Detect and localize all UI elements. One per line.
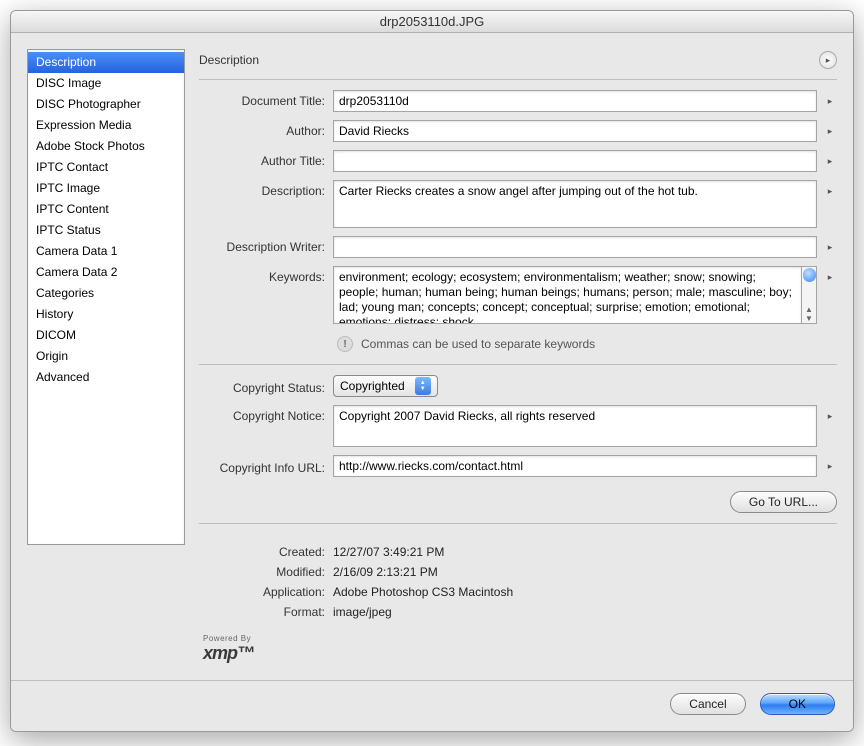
main-panel: Description ▸ Document Title: ▸ Author: … xyxy=(199,49,837,664)
label-keywords: Keywords: xyxy=(199,266,325,284)
panel-flyout-button[interactable]: ▸ xyxy=(819,51,837,69)
xmp-logo: xmp™ xyxy=(203,643,837,664)
sidebar-item-camera-data-1[interactable]: Camera Data 1 xyxy=(28,241,184,262)
author-menu-icon[interactable]: ▸ xyxy=(823,124,837,138)
copyright-notice-menu-icon[interactable]: ▸ xyxy=(823,409,837,423)
cancel-button[interactable]: Cancel xyxy=(670,693,745,715)
label-document-title: Document Title: xyxy=(199,90,325,108)
window-titlebar: drp2053110d.JPG xyxy=(11,11,853,33)
sidebar-item-iptc-content[interactable]: IPTC Content xyxy=(28,199,184,220)
separator xyxy=(199,79,837,80)
scroll-up-icon[interactable]: ▲ xyxy=(805,305,813,314)
file-info-window: drp2053110d.JPG Description DISC Image D… xyxy=(10,10,854,732)
description-textarea[interactable] xyxy=(333,180,817,228)
metadata-block: Created: 12/27/07 3:49:21 PM Modified: 2… xyxy=(199,542,837,622)
sidebar-item-advanced[interactable]: Advanced xyxy=(28,367,184,388)
separator xyxy=(199,523,837,524)
sidebar-item-disc-image[interactable]: DISC Image xyxy=(28,73,184,94)
label-copyright-url: Copyright Info URL: xyxy=(199,457,325,475)
sidebar-item-description[interactable]: Description xyxy=(28,52,184,73)
label-copyright-status: Copyright Status: xyxy=(199,377,325,395)
author-input[interactable] xyxy=(333,120,817,142)
sidebar-item-disc-photographer[interactable]: DISC Photographer xyxy=(28,94,184,115)
sidebar-item-categories[interactable]: Categories xyxy=(28,283,184,304)
info-icon: ! xyxy=(337,336,353,352)
keywords-hint: Commas can be used to separate keywords xyxy=(361,337,595,351)
separator xyxy=(199,364,837,365)
label-description-writer: Description Writer: xyxy=(199,236,325,254)
label-application: Application: xyxy=(199,582,325,602)
copyright-notice-textarea[interactable] xyxy=(333,405,817,447)
label-author: Author: xyxy=(199,120,325,138)
keywords-textarea[interactable] xyxy=(333,266,802,324)
panel-title: Description xyxy=(199,53,259,67)
sidebar-item-iptc-image[interactable]: IPTC Image xyxy=(28,178,184,199)
document-title-menu-icon[interactable]: ▸ xyxy=(823,94,837,108)
copyright-status-value: Copyrighted xyxy=(340,379,405,393)
label-modified: Modified: xyxy=(199,562,325,582)
category-sidebar[interactable]: Description DISC Image DISC Photographer… xyxy=(27,49,185,545)
value-format: image/jpeg xyxy=(333,602,392,622)
sidebar-item-adobe-stock[interactable]: Adobe Stock Photos xyxy=(28,136,184,157)
author-title-menu-icon[interactable]: ▸ xyxy=(823,154,837,168)
ok-button[interactable]: OK xyxy=(760,693,835,715)
go-to-url-button[interactable]: Go To URL... xyxy=(730,491,837,513)
label-created: Created: xyxy=(199,542,325,562)
author-title-input[interactable] xyxy=(333,150,817,172)
copyright-url-menu-icon[interactable]: ▸ xyxy=(823,459,837,473)
sidebar-item-camera-data-2[interactable]: Camera Data 2 xyxy=(28,262,184,283)
sidebar-item-dicom[interactable]: DICOM xyxy=(28,325,184,346)
description-menu-icon[interactable]: ▸ xyxy=(823,184,837,198)
xmp-badge: Powered By xmp™ xyxy=(203,634,837,664)
scrollbar-thumb[interactable] xyxy=(803,268,816,282)
description-writer-menu-icon[interactable]: ▸ xyxy=(823,240,837,254)
dialog-footer: Cancel OK xyxy=(11,680,853,731)
sidebar-item-origin[interactable]: Origin xyxy=(28,346,184,367)
copyright-status-select[interactable]: Copyrighted ▲▼ xyxy=(333,375,438,397)
document-title-input[interactable] xyxy=(333,90,817,112)
window-title: drp2053110d.JPG xyxy=(380,14,485,29)
sidebar-item-iptc-contact[interactable]: IPTC Contact xyxy=(28,157,184,178)
sidebar-item-history[interactable]: History xyxy=(28,304,184,325)
sidebar-item-iptc-status[interactable]: IPTC Status xyxy=(28,220,184,241)
label-description: Description: xyxy=(199,180,325,198)
label-copyright-notice: Copyright Notice: xyxy=(199,405,325,423)
sidebar-item-expression-media[interactable]: Expression Media xyxy=(28,115,184,136)
xmp-powered-by: Powered By xyxy=(203,634,837,643)
label-author-title: Author Title: xyxy=(199,150,325,168)
copyright-url-input[interactable] xyxy=(333,455,817,477)
keywords-scrollbar[interactable]: ▲ ▼ xyxy=(802,266,817,324)
label-format: Format: xyxy=(199,602,325,622)
value-created: 12/27/07 3:49:21 PM xyxy=(333,542,444,562)
description-writer-input[interactable] xyxy=(333,236,817,258)
content-area: Description DISC Image DISC Photographer… xyxy=(11,33,853,680)
value-modified: 2/16/09 2:13:21 PM xyxy=(333,562,438,582)
keywords-menu-icon[interactable]: ▸ xyxy=(823,270,837,284)
select-arrows-icon: ▲▼ xyxy=(415,377,431,395)
scroll-down-icon[interactable]: ▼ xyxy=(805,314,813,323)
value-application: Adobe Photoshop CS3 Macintosh xyxy=(333,582,513,602)
